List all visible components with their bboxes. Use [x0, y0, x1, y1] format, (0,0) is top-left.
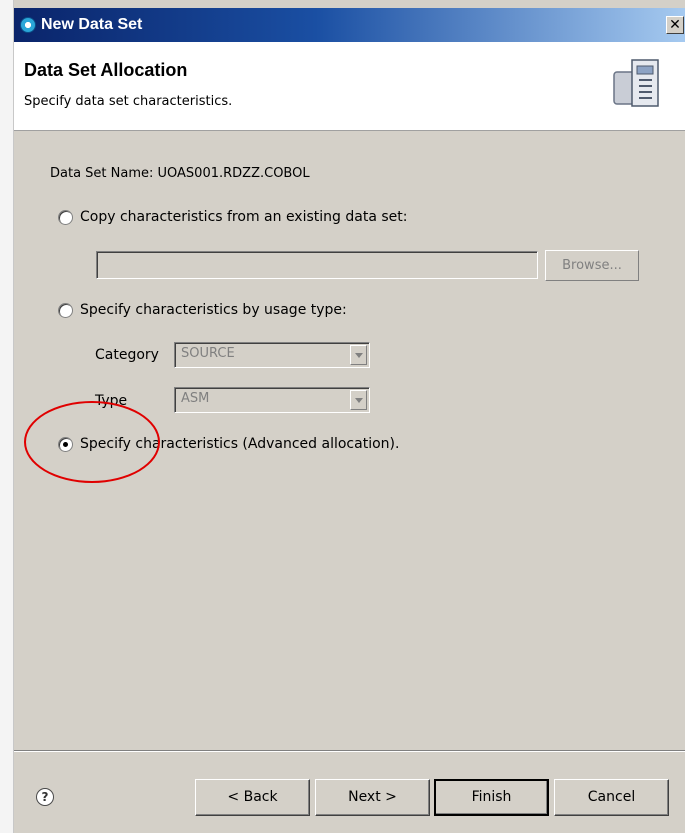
red-annotation-circle [24, 401, 160, 483]
category-label: Category [95, 347, 159, 363]
finish-button[interactable]: Finish [434, 779, 549, 816]
help-icon[interactable]: ? [36, 788, 54, 806]
page-title: Data Set Allocation [24, 60, 188, 80]
cancel-button[interactable]: Cancel [554, 779, 669, 816]
new-data-set-dialog: New Data Set ✕ Data Set Allocation Speci… [14, 0, 685, 833]
radio-usage-type[interactable] [58, 302, 73, 318]
finish-label: Finish [471, 789, 512, 805]
footer-separator [14, 750, 685, 752]
category-value: SOURCE [181, 346, 235, 361]
app-icon [20, 17, 36, 33]
title-bar[interactable]: New Data Set ✕ [14, 8, 685, 42]
page-description: Specify data set characteristics. [24, 94, 233, 109]
radio-copy[interactable] [58, 209, 73, 225]
existing-dataset-input[interactable] [96, 251, 538, 279]
back-button[interactable]: < Back [195, 779, 310, 816]
type-select[interactable]: ASM [174, 387, 370, 413]
wizard-content: Data Set Name: UOAS001.RDZZ.COBOL Copy c… [14, 131, 685, 751]
option-copy-label: Copy characteristics from an existing da… [80, 209, 408, 225]
type-value: ASM [181, 391, 210, 406]
option-copy-characteristics[interactable]: Copy characteristics from an existing da… [58, 209, 407, 225]
option-usage-type[interactable]: Specify characteristics by usage type: [58, 302, 347, 318]
close-button[interactable]: ✕ [666, 16, 684, 34]
option-usage-label: Specify characteristics by usage type: [80, 302, 347, 318]
chevron-down-icon[interactable] [350, 390, 367, 410]
browse-button[interactable]: Browse... [545, 250, 639, 281]
chevron-down-icon[interactable] [350, 345, 367, 365]
dataset-name-label: Data Set Name: UOAS001.RDZZ.COBOL [50, 166, 310, 181]
dataset-server-icon [613, 59, 659, 107]
background-window-edge [0, 0, 14, 833]
window-title: New Data Set [41, 16, 143, 33]
next-button[interactable]: Next > [315, 779, 430, 816]
wizard-header: Data Set Allocation Specify data set cha… [14, 42, 685, 131]
category-select[interactable]: SOURCE [174, 342, 370, 368]
